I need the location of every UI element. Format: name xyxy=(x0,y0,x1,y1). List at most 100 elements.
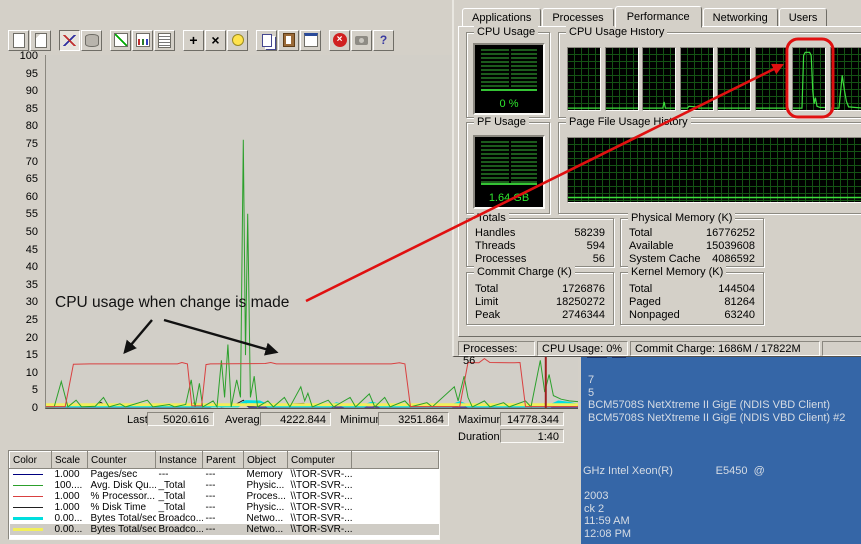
tab-networking[interactable]: Networking xyxy=(703,8,778,27)
update-data-button[interactable] xyxy=(351,30,372,51)
pf-usage-title: PF Usage xyxy=(474,116,529,128)
last-value: 5020.616 xyxy=(147,412,214,426)
view-histogram-button[interactable] xyxy=(132,30,153,51)
copy-properties-button[interactable] xyxy=(256,30,277,51)
counter-color-swatch xyxy=(13,485,43,486)
properties-button[interactable] xyxy=(300,30,321,51)
y-axis-label: 75 xyxy=(2,138,38,150)
plus-icon: + xyxy=(189,33,197,47)
legend-column-header[interactable]: Counter xyxy=(88,452,156,469)
toolbar-separator xyxy=(322,30,329,51)
paste-counter-list-button[interactable] xyxy=(278,30,299,51)
clear-page-icon xyxy=(35,33,47,48)
help-button[interactable]: ? xyxy=(373,30,394,51)
legend-column-header[interactable]: Color xyxy=(10,452,52,469)
legend-row[interactable]: 100....Avg. Disk Qu..._Total---Physic...… xyxy=(10,480,439,491)
pf-usage-groupbox: PF Usage 1.64 GB xyxy=(466,122,550,214)
stat-row: Limit18250272 xyxy=(467,296,613,309)
view-current-activity-button[interactable] xyxy=(59,30,80,51)
counter-legend: ColorScaleCounterInstanceParentObjectCom… xyxy=(8,450,440,540)
toolbar-separator xyxy=(103,30,110,51)
y-axis-label: 10 xyxy=(2,367,38,379)
cpu-history-panel-8 xyxy=(830,47,861,111)
legend-row[interactable]: 1.000% Processor..._Total---Proces...\\T… xyxy=(10,491,439,502)
y-axis-label: 25 xyxy=(2,314,38,326)
perfmon-toolbar: + × × ? xyxy=(8,28,448,52)
sysinfo-line: 7 xyxy=(588,374,845,387)
legend-column-header[interactable]: Parent xyxy=(203,452,244,469)
pf-history-groupbox: Page File Usage History xyxy=(558,122,861,214)
legend-row[interactable]: 0.00...Bytes Total/secBroadco...---Netwo… xyxy=(10,524,439,535)
legend-column-header[interactable] xyxy=(352,452,439,469)
physical-memory-groupbox: Physical Memory (K) Total16776252Availab… xyxy=(620,218,764,267)
tab-applications[interactable]: Applications xyxy=(462,8,541,27)
status-empty-pane xyxy=(822,341,861,356)
kernel-memory-rows: Total144504Paged81264Nonpaged63240 xyxy=(621,283,763,322)
sysinfo-line: 5 xyxy=(588,387,845,400)
toolbar-separator xyxy=(52,30,59,51)
minimum-value: 3251.864 xyxy=(378,412,449,426)
legend-row[interactable]: 1.000Pages/sec------Memory\\TOR-SVR-... xyxy=(10,469,439,481)
legend-column-header[interactable]: Object xyxy=(244,452,288,469)
kernel-memory-title: Kernel Memory (K) xyxy=(628,266,726,278)
stat-row: Nonpaged63240 xyxy=(621,309,763,322)
view-graph-button[interactable] xyxy=(110,30,131,51)
sysinfo-line: 12:08 PM xyxy=(584,528,631,541)
y-axis-label: 85 xyxy=(2,103,38,115)
counter-color-swatch xyxy=(13,507,43,508)
toolbar-separator xyxy=(176,30,183,51)
cpu-usage-title: CPU Usage xyxy=(474,26,538,38)
x-icon: × xyxy=(211,33,219,47)
view-report-button[interactable] xyxy=(154,30,175,51)
system-info-window: 75 BCM5708S NetXtreme II GigE (NDIS VBD C… xyxy=(578,350,861,544)
delete-counter-button[interactable]: × xyxy=(205,30,226,51)
sysinfo-line: BCM5708S NetXtreme II GigE (NDIS VBD Cli… xyxy=(588,412,845,425)
legend-row[interactable]: 0.00...Bytes Total/secBroadco...---Netwo… xyxy=(10,513,439,524)
highlight-button[interactable] xyxy=(227,30,248,51)
y-axis-label: 100 xyxy=(2,50,38,62)
camera-icon xyxy=(355,36,368,45)
database-icon xyxy=(85,34,99,47)
physical-memory-rows: Total16776252Available15039608System Cac… xyxy=(621,227,763,266)
tab-processes[interactable]: Processes xyxy=(542,8,613,27)
cpu-history-panel-2 xyxy=(605,47,639,111)
y-axis-label: 50 xyxy=(2,226,38,238)
stat-row: Total144504 xyxy=(621,283,763,296)
pf-usage-meter: 1.64 GB xyxy=(473,135,545,209)
cpu-history-panel-5 xyxy=(717,47,751,111)
legend-column-header[interactable]: Computer xyxy=(288,452,352,469)
legend-column-header[interactable]: Instance xyxy=(156,452,203,469)
pf-history-title: Page File Usage History xyxy=(566,116,691,128)
y-axis-label: 30 xyxy=(2,296,38,308)
cpu-usage-meter: 0 % xyxy=(473,43,545,115)
freeze-icon: × xyxy=(333,33,347,47)
view-log-data-button[interactable] xyxy=(81,30,102,51)
counter-color-swatch xyxy=(13,474,43,475)
taskmgr-tab-bar: ApplicationsProcessesPerformanceNetworki… xyxy=(462,6,828,27)
clear-display-button[interactable] xyxy=(30,30,51,51)
tab-users[interactable]: Users xyxy=(779,8,828,27)
y-axis-label: 20 xyxy=(2,332,38,344)
stat-row: Handles58239 xyxy=(467,227,613,240)
duration-value: 1:40 xyxy=(500,429,564,443)
tab-performance[interactable]: Performance xyxy=(615,6,702,28)
last-label: Last xyxy=(127,414,148,426)
commit-charge-groupbox: Commit Charge (K) Total1726876Limit18250… xyxy=(466,272,614,325)
stat-row: Threads594 xyxy=(467,240,613,253)
y-axis-label: 0 xyxy=(2,402,38,414)
legend-row[interactable]: 1.000% Disk Time_Total---Physic...\\TOR-… xyxy=(10,502,439,513)
toolbar-separator xyxy=(249,30,256,51)
legend-column-header[interactable]: Scale xyxy=(52,452,88,469)
add-counter-button[interactable]: + xyxy=(183,30,204,51)
freeze-display-button[interactable]: × xyxy=(329,30,350,51)
stat-row: System Cache4086592 xyxy=(621,253,763,266)
status-cpu-usage: CPU Usage: 0% xyxy=(537,341,628,356)
lightbulb-icon xyxy=(232,34,244,46)
status-processes: Processes: 56 xyxy=(458,341,535,356)
new-counter-set-button[interactable] xyxy=(8,30,29,51)
y-axis-label: 90 xyxy=(2,85,38,97)
led-segments xyxy=(481,49,537,91)
cpu-history-panel-4 xyxy=(680,47,714,111)
led-segments xyxy=(481,141,537,185)
sysinfo-line: ck 2 xyxy=(584,503,631,516)
